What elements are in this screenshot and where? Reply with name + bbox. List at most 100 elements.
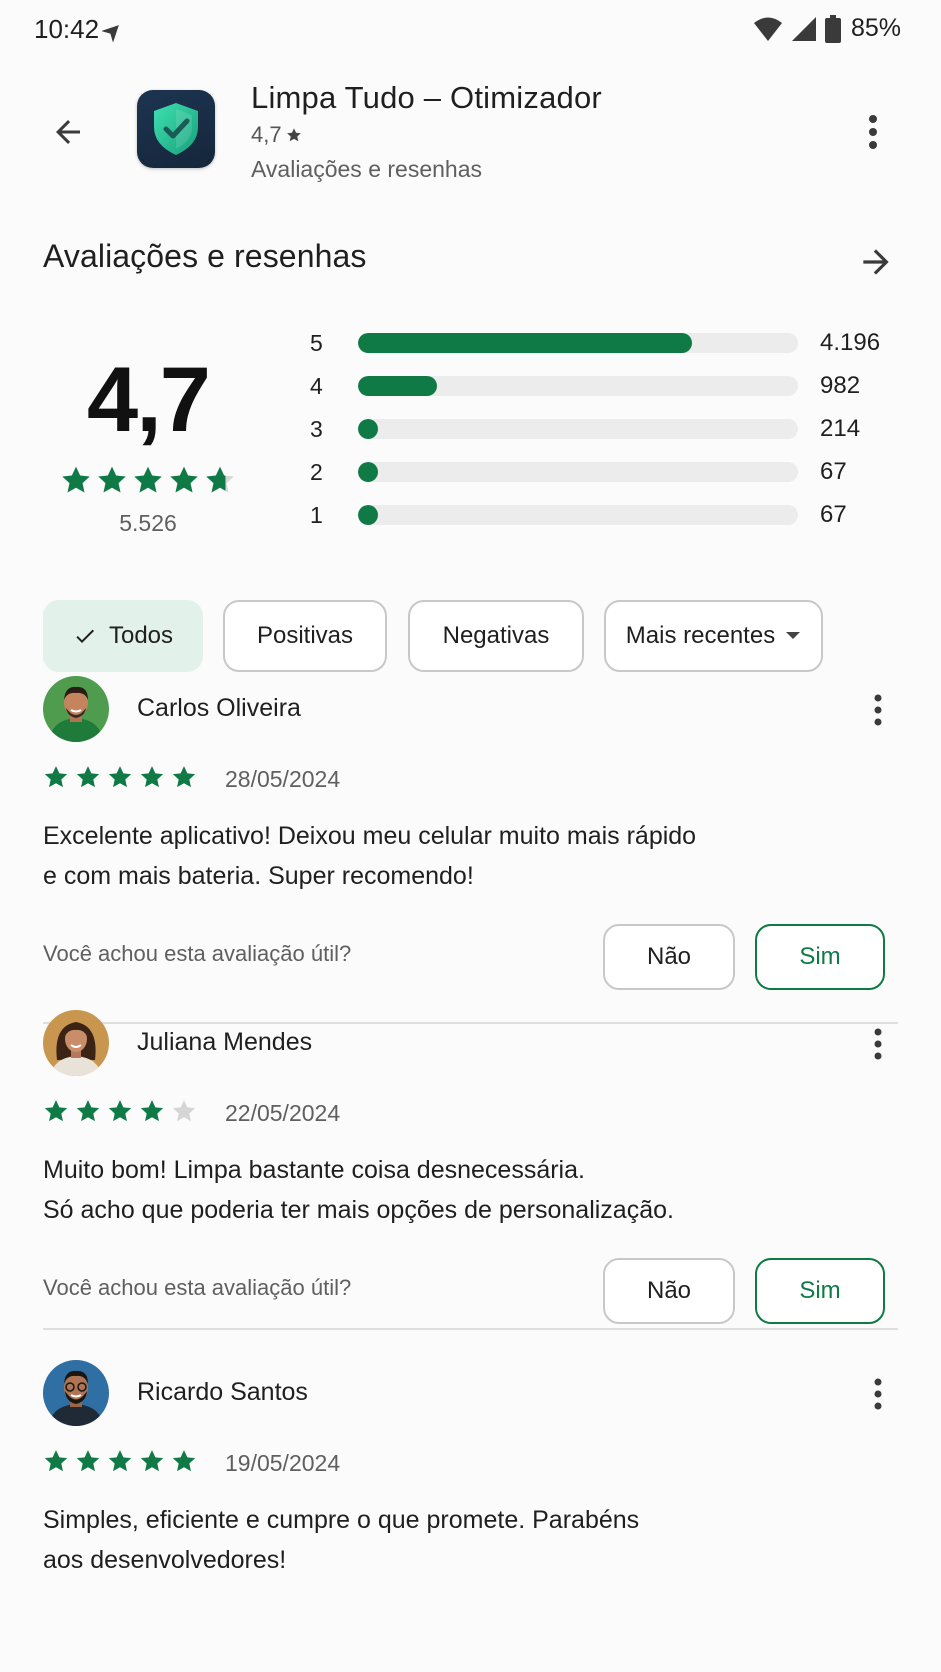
histogram-bar-track <box>358 419 798 439</box>
review-card: Carlos Oliveira 28/05/2024 Excelente apl… <box>43 676 898 1026</box>
ratings-section-header[interactable]: Avaliações e resenhas <box>43 238 898 288</box>
app-header: Limpa Tudo – Otimizador 4,7 Avaliações e… <box>0 76 941 186</box>
histogram-bar-track <box>358 462 798 482</box>
helpful-no-button[interactable]: Não <box>603 924 735 990</box>
filter-chip-all-label: Todos <box>108 622 174 649</box>
review-text-line: aos desenvolvedores! <box>43 1546 287 1574</box>
helpful-no-button[interactable]: Não <box>603 1258 735 1324</box>
review-text-line: Simples, eficiente e cumpre o que promet… <box>43 1506 640 1534</box>
filter-chip-negative-label: Negativas <box>442 622 550 649</box>
histogram-bar-track <box>358 333 798 353</box>
filter-chip-positive[interactable]: Positivas <box>223 600 387 672</box>
star-filled-icon <box>44 1100 68 1122</box>
sort-dropdown[interactable]: Mais recentes <box>604 600 823 672</box>
review-text: Excelente aplicativo! Deixou meu celular… <box>43 816 803 896</box>
app-subtitle: Avaliações e resenhas <box>251 156 482 182</box>
review-more-button[interactable] <box>858 1370 898 1418</box>
star-filled-icon <box>76 766 100 788</box>
review-text-line: Excelente aplicativo! Deixou meu celular… <box>43 822 697 850</box>
filter-chip-all[interactable]: Todos <box>43 600 203 672</box>
more-vert-icon <box>874 694 882 726</box>
star-filled-icon <box>98 466 126 493</box>
avatar <box>43 1010 109 1076</box>
histogram-bar-fill <box>358 376 438 396</box>
app-rating: 4,7 <box>251 122 302 148</box>
star-filled-icon <box>108 1100 132 1122</box>
battery-icon <box>824 14 841 43</box>
histogram-star-label: 2 <box>310 458 323 485</box>
histogram-bar-track <box>358 376 798 396</box>
review-date: 22/05/2024 <box>225 1100 341 1126</box>
review-text: Muito bom! Limpa bastante coisa desneces… <box>43 1150 803 1230</box>
reviewer-name: Carlos Oliveira <box>137 694 301 722</box>
histogram-count: 982 <box>820 372 861 399</box>
status-bar: 10:42 85% <box>0 0 941 60</box>
review-more-button[interactable] <box>858 686 898 734</box>
helpful-question: Você achou esta avaliação útil? <box>43 941 352 966</box>
review-text: Simples, eficiente e cumpre o que promet… <box>43 1500 803 1580</box>
app-title: Limpa Tudo – Otimizador <box>251 80 602 115</box>
avatar <box>43 1360 109 1426</box>
helpful-question: Você achou esta avaliação útil? <box>43 1275 352 1300</box>
histogram-row: 1 67 <box>310 492 900 538</box>
review-text-line: e com mais bateria. Super recomendo! <box>43 862 474 890</box>
rating-count: 5.526 <box>119 510 177 536</box>
shield-check-icon <box>154 103 198 155</box>
review-text-line: Só acho que poderia ter mais opções de p… <box>43 1196 674 1224</box>
back-button[interactable] <box>40 104 96 160</box>
histogram-count: 67 <box>820 458 847 485</box>
status-icons: 85% <box>753 14 901 43</box>
histogram-bar-fill <box>358 333 693 353</box>
helpful-yes-button[interactable]: Sim <box>755 1258 885 1324</box>
check-icon <box>76 629 94 643</box>
review-more-button[interactable] <box>858 1020 898 1068</box>
app-icon <box>137 90 215 168</box>
divider <box>43 1328 898 1330</box>
star-half-icon <box>206 466 234 493</box>
section-arrow-button[interactable] <box>854 240 898 284</box>
more-options-button[interactable] <box>853 104 893 160</box>
star-icon <box>286 128 301 142</box>
wifi-icon <box>753 17 782 41</box>
more-vert-icon <box>874 1028 882 1060</box>
histogram-count: 4.196 <box>820 329 881 356</box>
filter-chip-positive-label: Positivas <box>256 622 354 649</box>
review-card: Juliana Mendes 22/05/2024 Muito bom! Lim… <box>43 1010 898 1360</box>
rating-summary: 4,7 5.526 <box>43 320 253 537</box>
star-filled-icon <box>44 1450 68 1472</box>
navigation-icon <box>102 25 119 42</box>
histogram-row: 5 4.196 <box>310 320 900 366</box>
review-card: Ricardo Santos 19/05/2024 Simples, efici… <box>43 1360 898 1672</box>
review-text-line: Muito bom! Limpa bastante coisa desneces… <box>43 1156 585 1184</box>
histogram-star-label: 3 <box>310 415 323 442</box>
star-filled-icon <box>76 1100 100 1122</box>
sort-dropdown-label: Mais recentes <box>625 622 776 649</box>
average-rating: 4,7 <box>87 349 211 451</box>
average-rating-stars <box>43 464 253 496</box>
histogram-row: 3 214 <box>310 406 900 452</box>
star-filled-icon <box>44 766 68 788</box>
histogram-bar-track <box>358 505 798 525</box>
star-empty-icon <box>172 1100 196 1122</box>
histogram-bar-fill <box>358 505 378 525</box>
histogram-star-label: 4 <box>310 372 323 399</box>
app-rating-value: 4,7 <box>251 122 282 147</box>
cellular-signal-icon <box>791 16 816 41</box>
avatar <box>43 676 109 742</box>
battery-percentage: 85% <box>850 14 901 42</box>
review-stars <box>43 1448 197 1474</box>
histogram-row: 2 67 <box>310 449 900 495</box>
arrow-back-icon <box>56 120 80 144</box>
status-time: 10:42 <box>34 14 100 44</box>
review-date: 28/05/2024 <box>225 766 341 792</box>
filter-chip-negative[interactable]: Negativas <box>408 600 584 672</box>
histogram-star-label: 1 <box>310 501 323 528</box>
more-vert-icon <box>874 1378 882 1410</box>
star-filled-icon <box>140 766 164 788</box>
star-filled-icon <box>62 466 90 493</box>
helpful-yes-button[interactable]: Sim <box>755 924 885 990</box>
reviewer-name: Juliana Mendes <box>137 1028 313 1056</box>
histogram-row: 4 982 <box>310 363 900 409</box>
arrow-forward-icon <box>863 249 889 275</box>
reviewer-name: Ricardo Santos <box>137 1378 308 1406</box>
